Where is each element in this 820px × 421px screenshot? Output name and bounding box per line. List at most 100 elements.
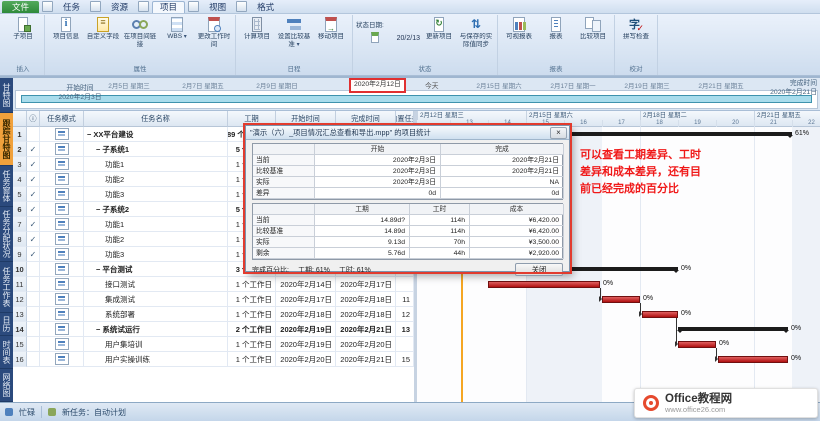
tab-view[interactable]: 视图 <box>202 1 233 13</box>
column-header[interactable] <box>13 111 27 127</box>
duration-cell[interactable]: 1 个工作日 <box>228 292 276 307</box>
task-name-cell[interactable]: 功能3 <box>84 187 228 202</box>
status-date-field[interactable]: 状态日期:20/2/13 <box>356 15 420 44</box>
finish-cell[interactable]: 2020年2月18日 <box>336 307 396 322</box>
task-name-cell[interactable]: −子系统1 <box>84 142 228 157</box>
ribbon-button-custom-fields[interactable]: 自定义字段 <box>85 15 121 41</box>
task-name-cell[interactable]: −XX平台建设 <box>84 127 228 142</box>
task-mode-cell[interactable] <box>40 277 84 292</box>
ribbon-button-sync-actuals[interactable]: 与保存的实际值同步 <box>458 15 494 49</box>
predecessor-cell[interactable] <box>396 337 414 352</box>
start-cell[interactable]: 2020年2月19日 <box>276 337 336 352</box>
row-number-cell[interactable]: 12 <box>13 292 27 307</box>
row-number-cell[interactable]: 13 <box>13 307 27 322</box>
task-bar[interactable] <box>678 341 716 348</box>
task-name-cell[interactable]: 集成测试 <box>84 292 228 307</box>
finish-cell[interactable]: 2020年2月18日 <box>336 292 396 307</box>
view-bar-item-gantt[interactable]: 甘特图 <box>0 78 13 112</box>
finish-cell[interactable]: 2020年2月21日 <box>336 322 396 337</box>
column-header[interactable]: 任务名称 <box>84 111 228 127</box>
task-bar[interactable] <box>642 311 678 318</box>
table-row[interactable]: 15用户集培训1 个工作日2020年2月19日2020年2月20日 <box>13 337 414 352</box>
duration-cell[interactable]: 1 个工作日 <box>228 337 276 352</box>
row-number-cell[interactable]: 4 <box>13 172 27 187</box>
task-mode-cell[interactable] <box>40 142 84 157</box>
collapse-icon[interactable]: − <box>96 265 100 274</box>
task-mode-cell[interactable] <box>40 172 84 187</box>
ribbon-button-calculate-project[interactable]: 计算项目 <box>239 15 275 41</box>
ribbon-button-subproject[interactable]: 子项目 <box>5 15 41 41</box>
predecessor-cell[interactable] <box>396 277 414 292</box>
ribbon-button-set-baseline[interactable]: 设置比较基准 ▾ <box>276 15 312 49</box>
task-name-cell[interactable]: 功能3 <box>84 247 228 262</box>
ribbon-button-wbs[interactable]: WBS ▾ <box>159 15 195 41</box>
row-number-cell[interactable]: 10 <box>13 262 27 277</box>
task-name-cell[interactable]: −平台测试 <box>84 262 228 277</box>
task-name-cell[interactable]: 接口测试 <box>84 277 228 292</box>
duration-cell[interactable]: 1 个工作日 <box>228 277 276 292</box>
view-bar-item-tracking-gantt[interactable]: 跟踪甘特图 <box>0 113 13 165</box>
predecessor-cell[interactable]: 11 <box>396 292 414 307</box>
tab-format[interactable]: 格式 <box>250 1 281 13</box>
collapse-icon[interactable]: − <box>87 130 91 139</box>
close-icon[interactable]: × <box>550 127 567 139</box>
task-mode-cell[interactable] <box>40 187 84 202</box>
row-number-cell[interactable]: 16 <box>13 352 27 367</box>
start-cell[interactable]: 2020年2月18日 <box>276 307 336 322</box>
ribbon-button-link-projects[interactable]: 在项目间链接 <box>122 15 158 49</box>
task-bar[interactable] <box>488 281 600 288</box>
table-row[interactable]: 11 接口测试1 个工作日2020年2月14日2020年2月17日 <box>13 277 414 292</box>
ribbon-button-change-working-time[interactable]: 更改工作时间 <box>196 15 232 49</box>
task-name-cell[interactable]: −子系统2 <box>84 202 228 217</box>
tab-resources[interactable]: 资源 <box>104 1 135 13</box>
dialog-title-bar[interactable]: "演示（六）_项目情况汇总查看和导出.mpp" 的项目统计 × <box>246 126 569 140</box>
task-bar[interactable] <box>718 356 788 363</box>
row-number-cell[interactable]: 11 <box>13 277 27 292</box>
task-name-cell[interactable]: 功能2 <box>84 172 228 187</box>
finish-cell[interactable]: 2020年2月21日 <box>336 352 396 367</box>
predecessor-cell[interactable]: 13 <box>396 322 414 337</box>
tab-project[interactable]: 项目 <box>152 1 185 13</box>
ribbon-button-spelling[interactable]: 拼写检查 <box>618 15 654 41</box>
finish-cell[interactable]: 2020年2月17日 <box>336 277 396 292</box>
task-name-cell[interactable]: 功能1 <box>84 217 228 232</box>
task-mode-cell[interactable] <box>40 202 84 217</box>
table-row[interactable]: 13系统部署1 个工作日2020年2月18日2020年2月18日12 <box>13 307 414 322</box>
view-bar-item-task-sheet[interactable]: 任务工作表 <box>0 262 13 312</box>
task-name-cell[interactable]: 用户实操训练 <box>84 352 228 367</box>
task-mode-cell[interactable] <box>40 157 84 172</box>
row-number-cell[interactable]: 5 <box>13 187 27 202</box>
view-bar-item-calendar[interactable]: 日历 <box>0 313 13 335</box>
table-row[interactable]: 12集成测试1 个工作日2020年2月17日2020年2月18日11 <box>13 292 414 307</box>
timeline-view[interactable]: 2月5日 星期三2月7日 星期五2月9日 星期日2月15日 星期六2月17日 星… <box>13 78 820 111</box>
task-mode-cell[interactable] <box>40 217 84 232</box>
task-name-cell[interactable]: 功能1 <box>84 157 228 172</box>
table-row[interactable]: 16用户实操训练1 个工作日2020年2月20日2020年2月21日15 <box>13 352 414 367</box>
close-button[interactable]: 关闭 <box>515 263 563 276</box>
column-header[interactable]: 任务模式 <box>40 111 84 127</box>
task-mode-cell[interactable] <box>40 232 84 247</box>
task-name-cell[interactable]: 功能2 <box>84 232 228 247</box>
start-cell[interactable]: 2020年2月14日 <box>276 277 336 292</box>
new-task-mode[interactable]: 新任务：自动计划 <box>62 407 126 418</box>
finish-cell[interactable]: 2020年2月20日 <box>336 337 396 352</box>
table-row[interactable]: 14−系统试运行2 个工作日2020年2月19日2020年2月21日13 <box>13 322 414 337</box>
view-bar-item-task-usage[interactable]: 任务分配状况 <box>0 207 13 261</box>
summary-bar[interactable] <box>678 327 788 331</box>
task-mode-cell[interactable] <box>40 247 84 262</box>
duration-cell[interactable]: 1 个工作日 <box>228 307 276 322</box>
task-name-cell[interactable]: 用户集培训 <box>84 337 228 352</box>
ribbon-button-update-project[interactable]: 更新项目 <box>421 15 457 41</box>
column-header[interactable]: ⓘ <box>27 111 40 127</box>
task-mode-cell[interactable] <box>40 352 84 367</box>
start-cell[interactable]: 2020年2月19日 <box>276 322 336 337</box>
predecessor-cell[interactable]: 15 <box>396 352 414 367</box>
ribbon-button-visual-reports[interactable]: 可视报表 <box>501 15 537 41</box>
tab-tasks[interactable]: 任务 <box>56 1 87 13</box>
task-name-cell[interactable]: −系统试运行 <box>84 322 228 337</box>
view-bar-item-network[interactable]: 网络图 <box>0 369 13 401</box>
row-number-cell[interactable]: 9 <box>13 247 27 262</box>
task-mode-cell[interactable] <box>40 307 84 322</box>
view-bar-item-timeline[interactable]: 时间表 <box>0 336 13 368</box>
duration-cell[interactable]: 1 个工作日 <box>228 352 276 367</box>
